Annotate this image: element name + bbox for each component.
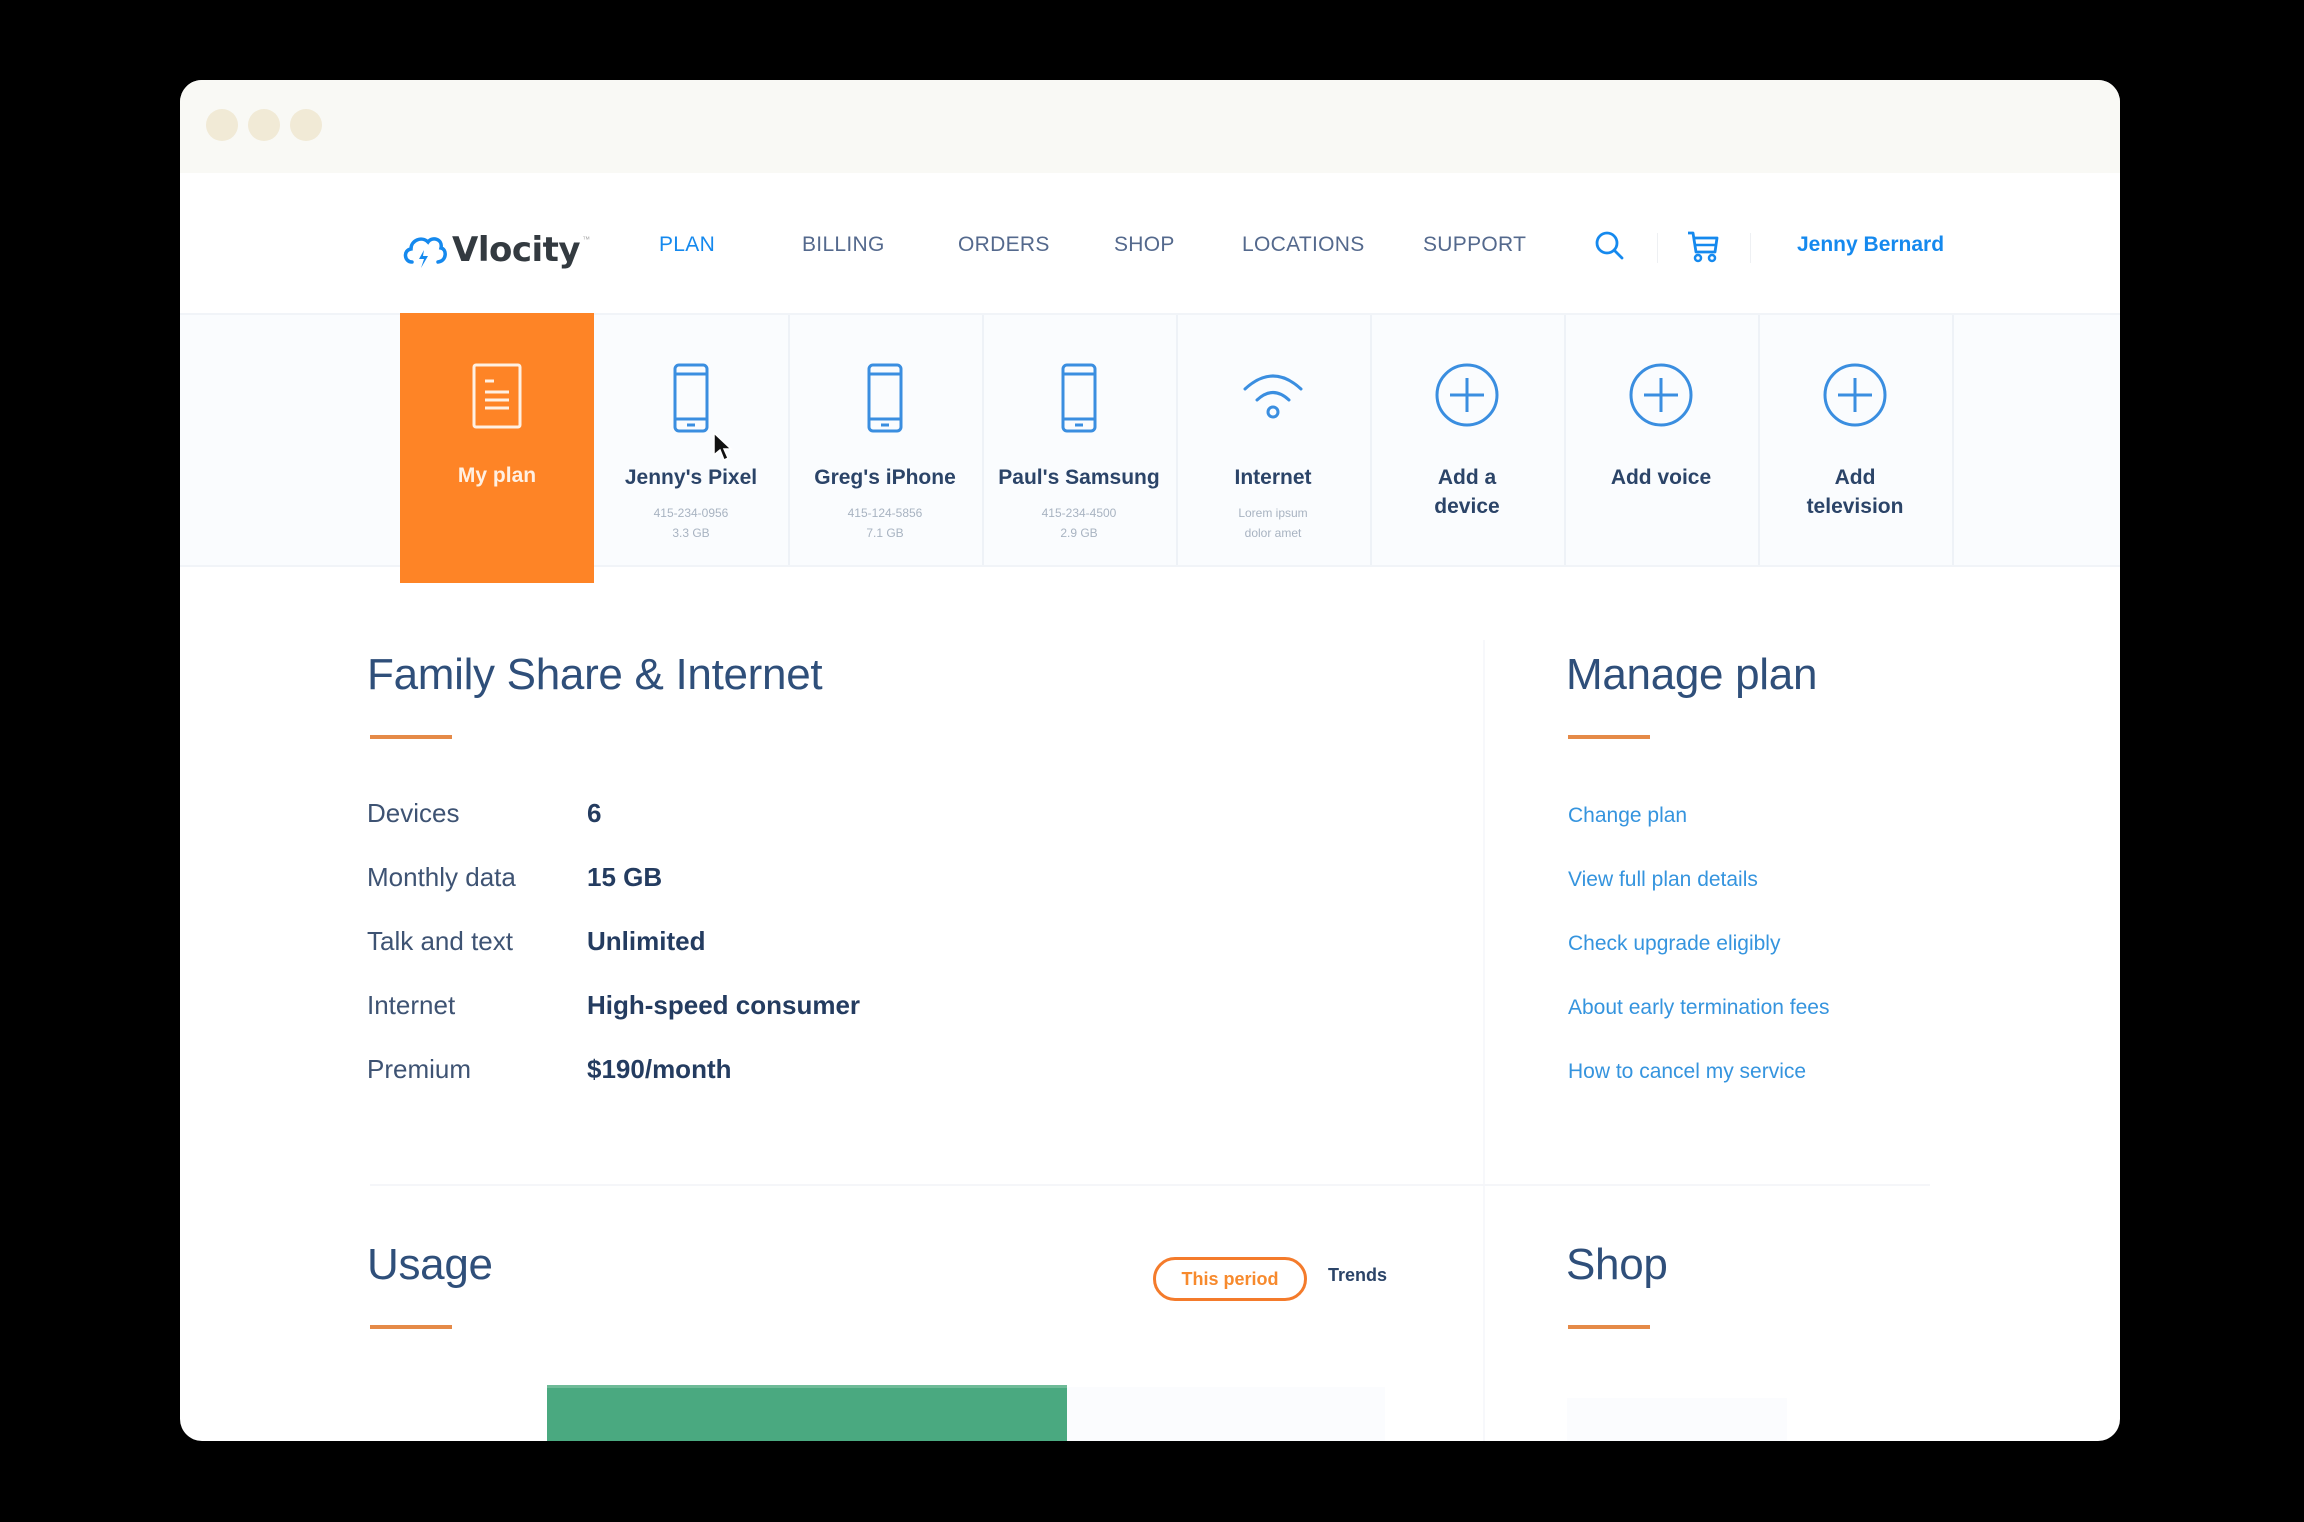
window-close-button[interactable]	[206, 109, 238, 141]
plan-row-value: 6	[587, 798, 602, 828]
device-name: Add television	[1806, 466, 1904, 518]
window-minimize-button[interactable]	[248, 109, 280, 141]
cart-icon[interactable]	[1685, 228, 1721, 264]
device-description-line1: Lorem ipsum	[1238, 506, 1308, 520]
plan-title: Family Share & Internet	[367, 650, 823, 699]
device-name: Greg's iPhone	[814, 466, 956, 489]
phone-icon	[673, 363, 709, 433]
nav-shop[interactable]: SHOP	[1114, 233, 1175, 257]
device-tile-pauls-samsung[interactable]: Paul's Samsung 415-234-4500 2.9 GB	[982, 315, 1178, 565]
plus-circle-icon	[1629, 363, 1693, 427]
termination-fees-link[interactable]: About early termination fees	[1568, 996, 1829, 1020]
nav-locations[interactable]: LOCATIONS	[1242, 233, 1365, 257]
search-icon[interactable]	[1592, 228, 1628, 264]
trends-toggle[interactable]: Trends	[1328, 1265, 1387, 1286]
shop-title-accent	[1568, 1325, 1650, 1329]
device-name: My plan	[457, 464, 537, 487]
header-separator	[1750, 233, 1751, 263]
device-details: 415-234-4500 2.9 GB	[982, 503, 1176, 543]
add-device-tile[interactable]: Add a device	[1370, 315, 1566, 565]
site-header: Vlocity ™ PLAN BILLING ORDERS SHOP LOCAT…	[180, 173, 2120, 365]
nav-billing[interactable]: BILLING	[802, 233, 885, 257]
manage-plan-title: Manage plan	[1566, 650, 1818, 699]
plus-circle-icon	[1823, 363, 1887, 427]
device-details: 415-124-5856 7.1 GB	[788, 503, 982, 543]
plan-row-label: Premium	[367, 1054, 472, 1084]
device-name: Jenny's Pixel	[624, 466, 758, 489]
usage-title-accent	[370, 1325, 452, 1329]
device-strip: My plan Jenny's Pixel 415-234-0956 3.3 G…	[180, 313, 2120, 583]
nav-support[interactable]: SUPPORT	[1423, 233, 1526, 257]
usage-bar-fill	[547, 1385, 1067, 1441]
plan-row-label: Internet	[367, 990, 456, 1020]
browser-window: Vlocity ™ PLAN BILLING ORDERS SHOP LOCAT…	[180, 80, 2120, 1441]
this-period-toggle[interactable]: This period	[1153, 1257, 1307, 1301]
cancel-service-link[interactable]: How to cancel my service	[1568, 1060, 1806, 1084]
device-name: Add a device	[1434, 466, 1500, 518]
plan-row-label: Talk and text	[367, 926, 513, 956]
logo-trademark: ™	[582, 235, 591, 244]
window-maximize-button[interactable]	[290, 109, 322, 141]
plan-row-value: $190/month	[587, 1054, 732, 1084]
device-description-line2: dolor amet	[1244, 526, 1302, 540]
logo-text: Vlocity	[452, 230, 581, 270]
device-tile-gregs-iphone[interactable]: Greg's iPhone 415-124-5856 7.1 GB	[788, 315, 984, 565]
phone-icon	[1061, 363, 1097, 433]
device-name: Add voice	[1610, 466, 1712, 489]
add-television-tile[interactable]: Add television	[1758, 315, 1954, 565]
check-upgrade-link[interactable]: Check upgrade eligibly	[1568, 932, 1780, 956]
usage-title: Usage	[367, 1240, 493, 1289]
column-divider	[1483, 640, 1485, 1441]
device-name: Internet	[1234, 466, 1312, 489]
device-details: Lorem ipsum dolor amet	[1176, 503, 1370, 543]
device-tile-jennys-pixel[interactable]: Jenny's Pixel 415-234-0956 3.3 GB	[594, 315, 790, 565]
phone-icon	[867, 363, 903, 433]
document-icon	[472, 363, 522, 429]
plus-circle-icon	[1435, 363, 1499, 427]
device-tile-my-plan[interactable]: My plan	[400, 313, 594, 583]
device-name: Paul's Samsung	[998, 466, 1160, 489]
change-plan-link[interactable]: Change plan	[1568, 804, 1687, 828]
cloud-bolt-icon	[403, 237, 447, 268]
device-tile-internet[interactable]: Internet Lorem ipsum dolor amet	[1176, 315, 1372, 565]
plan-row-value: High-speed consumer	[587, 990, 861, 1020]
header-separator	[1657, 233, 1658, 263]
vlocity-logo[interactable]: Vlocity ™	[400, 225, 590, 275]
device-details: 415-234-0956 3.3 GB	[594, 503, 788, 543]
device-phone-number: 415-234-0956	[653, 506, 729, 520]
add-voice-tile[interactable]: Add voice	[1564, 315, 1760, 565]
title-bar	[180, 80, 2120, 173]
device-phone-number: 415-124-5856	[847, 506, 923, 520]
device-phone-number: 415-234-4500	[1041, 506, 1117, 520]
device-data-usage: 7.1 GB	[866, 526, 904, 540]
section-divider	[370, 1184, 1930, 1186]
plan-row-value: Unlimited	[587, 926, 706, 956]
plan-title-accent	[370, 735, 452, 739]
plan-row-label: Devices	[367, 798, 460, 828]
device-data-usage: 3.3 GB	[672, 526, 710, 540]
plan-row-value: 15 GB	[587, 862, 663, 892]
user-menu[interactable]: Jenny Bernard	[1797, 233, 1944, 257]
wifi-icon	[1243, 374, 1303, 419]
device-data-usage: 2.9 GB	[1060, 526, 1098, 540]
manage-plan-accent	[1568, 735, 1650, 739]
nav-orders[interactable]: ORDERS	[958, 233, 1050, 257]
mouse-cursor-icon	[713, 431, 733, 462]
shop-title: Shop	[1566, 1240, 1668, 1289]
nav-plan[interactable]: PLAN	[659, 233, 715, 257]
view-plan-details-link[interactable]: View full plan details	[1568, 868, 1758, 892]
plan-row-label: Monthly data	[367, 862, 516, 892]
shop-card[interactable]	[1567, 1398, 1787, 1441]
